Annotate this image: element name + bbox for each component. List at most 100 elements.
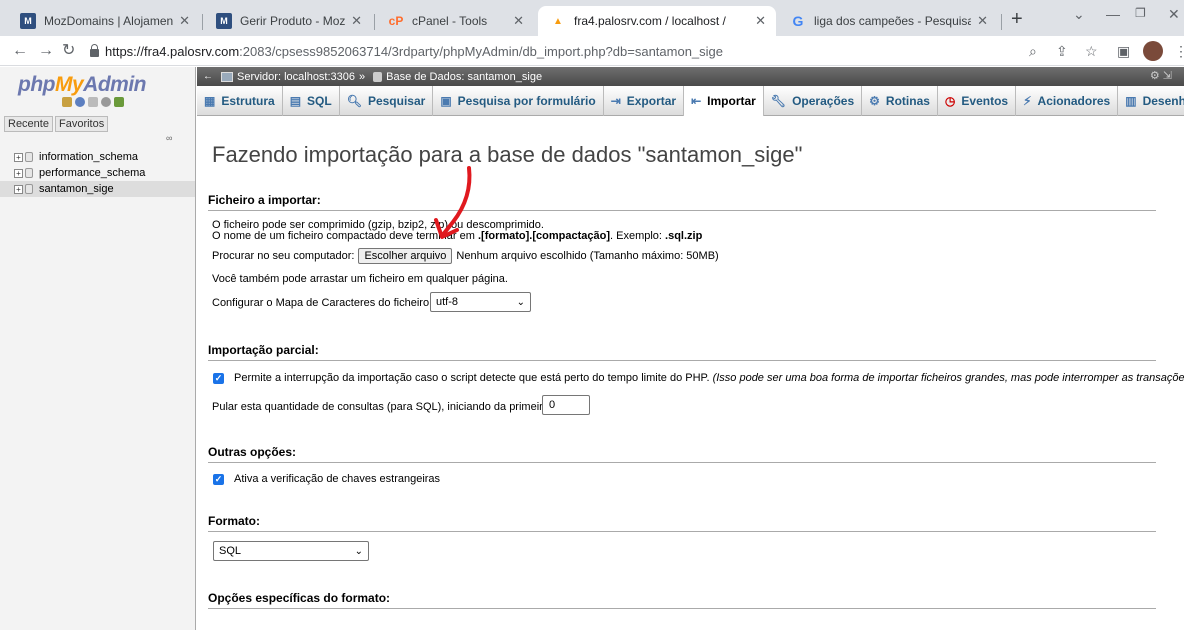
search-icon: 🔍︎ xyxy=(346,94,362,108)
window-close-icon[interactable]: ✕ xyxy=(1168,6,1180,23)
zoom-icon[interactable]: ⌕ xyxy=(1029,43,1037,59)
tab-estrutura[interactable]: ▦ Estrutura xyxy=(197,86,283,116)
tab-desenhador[interactable]: ▥ Desenhador xyxy=(1118,86,1184,116)
breadcrumb-server[interactable]: Servidor: localhost:3306 xyxy=(237,71,355,83)
page-settings-icon[interactable]: ⚙ ⇲ xyxy=(1150,69,1172,82)
tab-eventos[interactable]: ◷ Eventos xyxy=(938,86,1017,116)
tab-label: Desenhador xyxy=(1142,94,1184,108)
database-menu: ▦ Estrutura ▤ SQL 🔍︎ Pesquisar ▣ Pesquisa po… xyxy=(197,86,1184,116)
expand-icon[interactable]: + xyxy=(14,168,23,178)
tab-search-icon[interactable]: ⌄ xyxy=(1073,6,1085,23)
tab-title: fra4.palosrv.com / localhost / xyxy=(574,14,726,28)
forward-arrow-icon[interactable]: → xyxy=(38,42,54,60)
profile-avatar[interactable] xyxy=(1143,41,1163,61)
browser-tab-google[interactable]: G liga dos campeões - Pesquisa ✕ xyxy=(778,6,998,36)
tab-pesquisa-formulario[interactable]: ▣ Pesquisa por formulário xyxy=(433,86,604,116)
expand-icon[interactable]: + xyxy=(14,184,23,194)
browser-tab-gerir-produto[interactable]: M Gerir Produto - MozDomains ✕ xyxy=(204,6,372,36)
new-tab-button[interactable]: + xyxy=(1011,9,1023,29)
tab-pesquisar[interactable]: 🔍︎ Pesquisar xyxy=(340,86,434,116)
allow-interrupt-label[interactable]: Permite a interrupção da importação caso… xyxy=(234,372,1184,384)
page-title: Fazendo importação para a base de dados … xyxy=(212,142,803,167)
docs-icon[interactable] xyxy=(88,97,98,107)
database-name[interactable]: performance_schema xyxy=(39,167,145,179)
expand-icon[interactable]: + xyxy=(14,152,23,162)
close-icon[interactable]: ✕ xyxy=(977,13,988,29)
tab-label: Importar xyxy=(707,94,756,108)
tab-exportar[interactable]: ⇥ Exportar xyxy=(604,86,685,116)
format-select[interactable]: SQL ⌄ xyxy=(213,541,369,561)
allow-interrupt-text: Permite a interrupção da importação caso… xyxy=(234,372,710,384)
tab-label: SQL xyxy=(307,94,332,108)
tab-rotinas[interactable]: ⚙ Rotinas xyxy=(862,86,938,116)
reload-navigation-icon[interactable] xyxy=(114,97,124,107)
max-size-text: (Tamanho máximo: 50MB) xyxy=(589,250,719,262)
link-with-main-icon[interactable]: ∞ xyxy=(166,133,172,143)
mozdomains-icon: M xyxy=(216,13,232,29)
recent-tab[interactable]: Recente xyxy=(4,116,53,132)
database-item-selected[interactable]: + santamon_sige xyxy=(0,181,195,197)
tab-title: Gerir Produto - MozDomains xyxy=(240,14,346,28)
database-item[interactable]: + information_schema xyxy=(0,149,195,165)
tab-sql[interactable]: ▤ SQL xyxy=(283,86,340,116)
url-host: https://fra4.palosrv.com xyxy=(105,43,240,59)
filename-note-example: .sql.zip xyxy=(665,230,703,242)
close-icon[interactable]: ✕ xyxy=(755,13,766,29)
reload-icon[interactable]: ↻ xyxy=(62,42,75,60)
logout-icon[interactable] xyxy=(75,97,85,107)
format-heading: Formato: xyxy=(208,514,1156,532)
tab-label: Rotinas xyxy=(885,94,930,108)
more-menu-icon[interactable]: ⋮ xyxy=(1174,43,1184,59)
tab-label: Pesquisar xyxy=(367,94,426,108)
back-arrow-icon[interactable]: ← xyxy=(12,42,28,60)
browser-tab-phpmyadmin[interactable]: ▲ fra4.palosrv.com / localhost / ✕ xyxy=(538,6,776,36)
mozdomains-icon: M xyxy=(20,13,36,29)
tab-title: cPanel - Tools xyxy=(412,14,488,28)
tab-acionadores[interactable]: ⚡︎ Acionadores xyxy=(1016,86,1119,116)
close-icon[interactable]: ✕ xyxy=(513,13,524,29)
designer-icon: ▥ xyxy=(1125,94,1137,108)
breadcrumb: ← Servidor: localhost:3306 » Base de Dad… xyxy=(197,67,1184,86)
tab-operacoes[interactable]: 🔧︎ Operações xyxy=(764,86,863,116)
tab-label: Acionadores xyxy=(1037,94,1111,108)
lock-icon xyxy=(90,44,99,57)
url-field[interactable]: https://fra4.palosrv.com:2083/cpsess9852… xyxy=(86,39,1076,63)
sidepanel-icon[interactable]: ▣ xyxy=(1117,43,1130,59)
query-icon: ▣ xyxy=(440,94,452,108)
home-icon[interactable] xyxy=(62,97,72,107)
database-tree: + information_schema + performance_schem… xyxy=(0,149,195,197)
breadcrumb-database[interactable]: Base de Dados: santamon_sige xyxy=(386,71,542,83)
allow-interrupt-checkbox[interactable]: ✓ xyxy=(213,373,224,384)
tab-importar[interactable]: ⇤ Importar xyxy=(684,86,764,116)
phpmyadmin-logo[interactable]: phpMyAdmin xyxy=(18,73,146,97)
favorites-tab[interactable]: Favoritos xyxy=(54,116,109,132)
database-name[interactable]: information_schema xyxy=(39,151,138,163)
close-icon[interactable]: ✕ xyxy=(351,13,362,29)
tab-label: Pesquisa por formulário xyxy=(457,94,596,108)
sidebar-toolbar xyxy=(62,97,124,107)
database-name[interactable]: santamon_sige xyxy=(39,183,114,195)
collapse-arrow-icon[interactable]: ← xyxy=(203,71,213,82)
database-icon xyxy=(373,71,383,82)
skip-queries-input[interactable]: 0 xyxy=(542,395,590,415)
choose-file-button[interactable]: Escolher arquivo xyxy=(358,248,453,264)
triggers-icon: ⚡︎ xyxy=(1023,94,1032,108)
settings-gear-icon[interactable] xyxy=(101,97,111,107)
close-icon[interactable]: ✕ xyxy=(179,13,190,29)
minimize-icon[interactable]: — xyxy=(1106,6,1120,22)
tab-label: Eventos xyxy=(961,94,1009,108)
browser-tab-cpanel[interactable]: cP cPanel - Tools ✕ xyxy=(376,6,534,36)
bookmark-star-icon[interactable]: ☆ xyxy=(1085,43,1098,59)
restore-icon[interactable]: ❐ xyxy=(1135,6,1146,20)
database-icon xyxy=(25,184,33,194)
file-section-heading: Ficheiro a importar: xyxy=(208,193,1156,211)
browser-tab-mozdomains[interactable]: M MozDomains | Alojamento de ✕ xyxy=(8,6,200,36)
import-icon: ⇤ xyxy=(691,94,702,108)
share-icon[interactable]: ⇪ xyxy=(1056,43,1068,59)
fk-checks-checkbox[interactable]: ✓ xyxy=(213,474,224,485)
charset-select[interactable]: utf-8 ⌄ xyxy=(430,292,531,312)
browse-row: Procurar no seu computador: Escolher arq… xyxy=(212,248,719,264)
fk-checks-label[interactable]: Ativa a verificação de chaves estrangeir… xyxy=(234,473,440,485)
database-item[interactable]: + performance_schema xyxy=(0,165,195,181)
breadcrumb-separator: » xyxy=(359,70,366,83)
